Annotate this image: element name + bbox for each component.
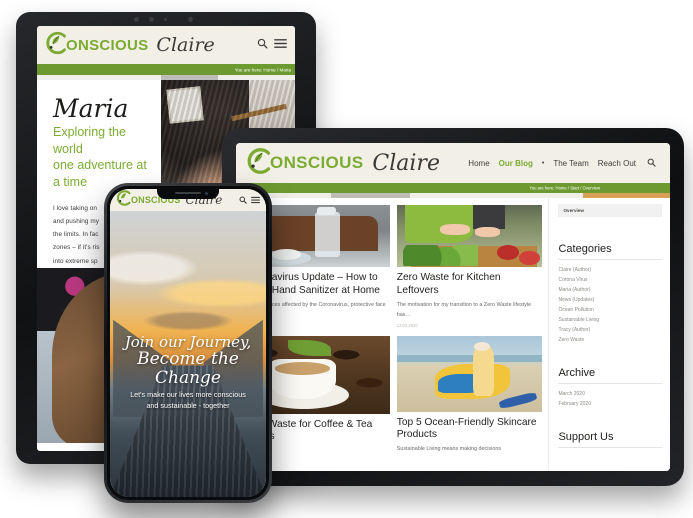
- blog-card-date: 13.03.2020: [396, 322, 418, 328]
- hamburger-menu-icon[interactable]: [274, 36, 287, 54]
- logo[interactable]: ONSCIOUS Claire: [45, 30, 215, 61]
- tagline-line: Exploring the: [53, 125, 126, 139]
- sidebar-heading-support-us: Support Us: [558, 431, 662, 448]
- laptop-camera-dot: [188, 17, 193, 22]
- sidebar-item-corona-virus[interactable]: Corona Virus: [558, 275, 662, 285]
- kitchen-cutting-vegetables-photo: [396, 205, 543, 267]
- logo-script: Claire: [156, 34, 215, 56]
- sidebar-heading-archive: Archive: [558, 367, 662, 384]
- sidebar-item-tracy-author[interactable]: Tracy (Author): [558, 325, 662, 335]
- hero-subline2: and sustainable - together: [146, 400, 230, 410]
- hero-headline-line1: Join our Journey,: [124, 333, 252, 352]
- phone-device: ONSCIOUS Claire Join our Journey, Become…: [104, 183, 272, 503]
- blog-card-excerpt: The motivation for my transition to a Ze…: [396, 301, 532, 318]
- sidebar-heading-categories: Categories: [558, 243, 662, 260]
- tagline-line: world: [53, 141, 83, 156]
- sidebar: Overview Categories Claire (Author) Coro…: [548, 198, 670, 471]
- tablet-device: ONSCIOUS Claire Home Our Blog • The Team…: [222, 128, 684, 486]
- sidebar-item-maria-author[interactable]: Maria (Author): [558, 285, 662, 295]
- breadcrumb: You are here: Home / Maria: [234, 67, 291, 72]
- laptop-camera-dot: [134, 17, 139, 22]
- blog-card[interactable]: Top 5 Ocean-Friendly Skincare Products S…: [396, 335, 543, 454]
- sidebar-item-zero-waste[interactable]: Zero Waste: [558, 335, 662, 345]
- nav-item-home[interactable]: Home: [468, 159, 489, 168]
- phone-front-camera: [205, 192, 208, 195]
- tablet-screen: ONSCIOUS Claire Home Our Blog • The Team…: [236, 143, 670, 471]
- tablet-breadcrumb-bar: You are here: Home / Start / Overview: [236, 183, 670, 193]
- sidebar-category-list: Claire (Author) Corona Virus Maria (Auth…: [558, 265, 662, 345]
- hero-headline-line2: Become the Change: [137, 349, 239, 388]
- logo-word: ONSCIOUS: [66, 36, 149, 54]
- sidebar-item-news-updates[interactable]: News (Updates): [558, 295, 662, 305]
- sidebar-item-march-2020[interactable]: March 2020: [558, 389, 662, 399]
- laptop-camera-dot: [149, 17, 154, 22]
- breadcrumb: You are here: Home / Start / Overview: [529, 185, 600, 191]
- blog-card-excerpt: Sustainable Living means making decision…: [396, 446, 502, 452]
- nav-item-reach-out[interactable]: Reach Out: [598, 159, 636, 168]
- laptop-tagline: Exploring the world one adventure at a t…: [53, 124, 151, 190]
- logo-word: ONSCIOUS: [270, 153, 364, 172]
- beach-kitesurfer-photo: [396, 335, 543, 412]
- laptop-header-icons: [257, 36, 287, 54]
- tablet-site-header: ONSCIOUS Claire Home Our Blog • The Team…: [236, 143, 670, 183]
- laptop-site-header: ONSCIOUS Claire: [37, 26, 295, 64]
- sidebar-item-february-2020[interactable]: February 2020: [558, 399, 662, 409]
- sidebar-item-claire-author[interactable]: Claire (Author): [558, 265, 662, 275]
- phone-hero-text: Join our Journey, Become the Change Let'…: [110, 334, 266, 419]
- sidebar-item-ocean-pollution[interactable]: Ocean Pollution: [558, 305, 662, 315]
- device-mockup-scene: ONSCIOUS Claire You are here: Home / Mar…: [0, 0, 693, 518]
- blog-card[interactable]: Zero Waste for Kitchen Leftovers The mot…: [396, 205, 543, 328]
- search-icon[interactable]: [257, 36, 268, 54]
- nav-bullet-icon: •: [541, 159, 545, 167]
- sunset-sky: [110, 222, 266, 337]
- nav-item-the-team[interactable]: The Team: [553, 159, 588, 168]
- phone-hero-banner: Join our Journey, Become the Change Let'…: [110, 211, 266, 497]
- nav-item-our-blog[interactable]: Our Blog: [499, 159, 533, 168]
- phone-notch: [157, 189, 219, 199]
- blog-card-title: Zero Waste for Kitchen Leftovers: [396, 272, 501, 296]
- phone-earpiece-speaker: [175, 192, 201, 194]
- laptop-sensor-dot: [164, 18, 167, 21]
- laptop-camera-bar: [16, 12, 316, 25]
- logo[interactable]: ONSCIOUS Claire: [246, 146, 440, 181]
- phone-screen: ONSCIOUS Claire Join our Journey, Become…: [110, 189, 266, 497]
- search-icon[interactable]: [239, 191, 247, 209]
- tagline-line: one adventure at: [53, 158, 147, 172]
- laptop-breadcrumb-bar: You are here: Home / Maria: [37, 64, 295, 75]
- blog-grid: Coronavirus Update – How to Make Hand Sa…: [236, 198, 548, 471]
- sidebar-overview-item[interactable]: Overview: [558, 204, 662, 217]
- page-title: Maria: [53, 94, 129, 123]
- hero-subline1: Let's make our lives more conscious: [130, 390, 246, 400]
- search-icon[interactable]: [647, 158, 656, 169]
- blog-card-title: Top 5 Ocean-Friendly Skincare Products: [396, 416, 537, 441]
- phone-header-icons: [239, 191, 260, 209]
- sidebar-item-sustainable-living[interactable]: Sustainable Living: [558, 315, 662, 325]
- logo-script: Claire: [372, 150, 440, 176]
- tablet-main-nav: Home Our Blog • The Team Reach Out: [468, 158, 656, 169]
- hamburger-menu-icon[interactable]: [251, 191, 260, 209]
- tablet-content: Coronavirus Update – How to Make Hand Sa…: [236, 198, 670, 471]
